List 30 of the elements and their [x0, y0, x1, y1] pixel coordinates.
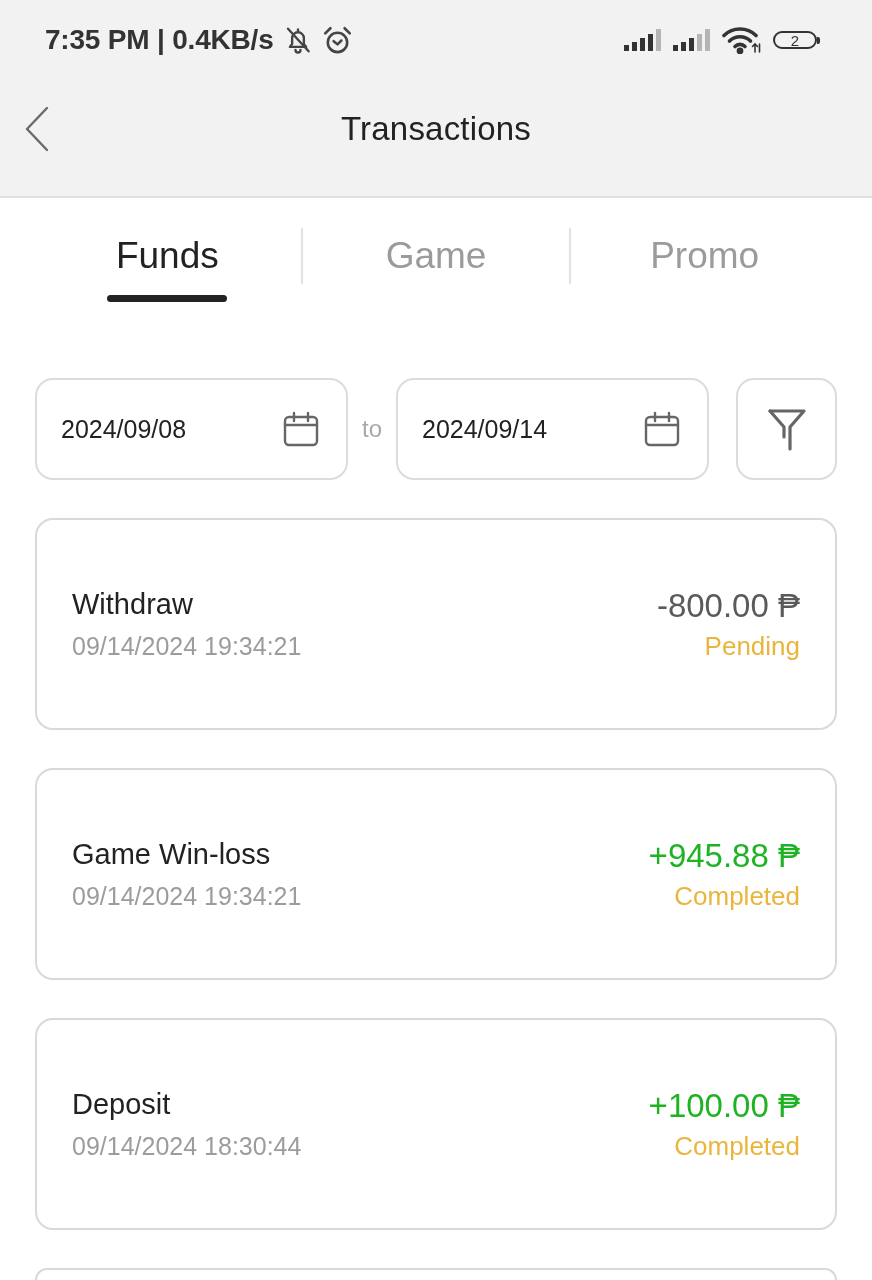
- signal-icon: [673, 29, 711, 51]
- page-title: Transactions: [340, 110, 532, 148]
- transaction-time: 09/14/2024 19:34:21: [72, 881, 302, 911]
- alarm-clock-icon: [321, 24, 353, 56]
- transaction-status: Completed: [674, 1131, 800, 1161]
- transaction-time: 09/14/2024 19:34:21: [72, 631, 302, 661]
- transaction-time: 09/14/2024 18:30:44: [72, 1131, 302, 1161]
- transaction-status: Completed: [674, 881, 800, 911]
- transaction-status: Pending: [704, 631, 800, 661]
- date-field[interactable]: 2024/09/14: [396, 378, 709, 480]
- status-text: 7:35 PM | 0.4KB/s: [45, 24, 274, 56]
- battery-indicator: 2: [773, 29, 820, 51]
- wifi-icon: [722, 26, 762, 54]
- transaction-card[interactable]: Withdraw 09/14/2024 19:34:21 -800.00 ₱ Pending: [35, 518, 837, 730]
- transaction-title: Deposit: [72, 1087, 172, 1121]
- signal-icon: [624, 29, 662, 51]
- transaction-amount: +100.00 ₱: [648, 1087, 800, 1125]
- filter-icon: [766, 407, 807, 451]
- transaction-amount: +945.88 ₱: [648, 837, 800, 875]
- date-field[interactable]: 2024/09/08: [35, 378, 348, 480]
- transaction-card[interactable]: Deposit 09/14/2024 18:30:44 +100.00 ₱ Completed: [35, 1018, 837, 1230]
- transaction-title: Withdraw: [72, 587, 194, 621]
- tab[interactable]: Funds: [34, 228, 301, 302]
- transaction-title: Game Win-loss: [72, 837, 272, 871]
- date-range-separator: to: [361, 415, 383, 443]
- calendar-icon: [283, 411, 319, 447]
- filter-button[interactable]: [736, 378, 837, 480]
- transaction-amount: -800.00 ₱: [656, 587, 800, 625]
- calendar-icon: [644, 411, 680, 447]
- transaction-card[interactable]: Game Win-loss 09/14/2024 19:34:21 +945.88 ₱ Completed: [35, 768, 837, 980]
